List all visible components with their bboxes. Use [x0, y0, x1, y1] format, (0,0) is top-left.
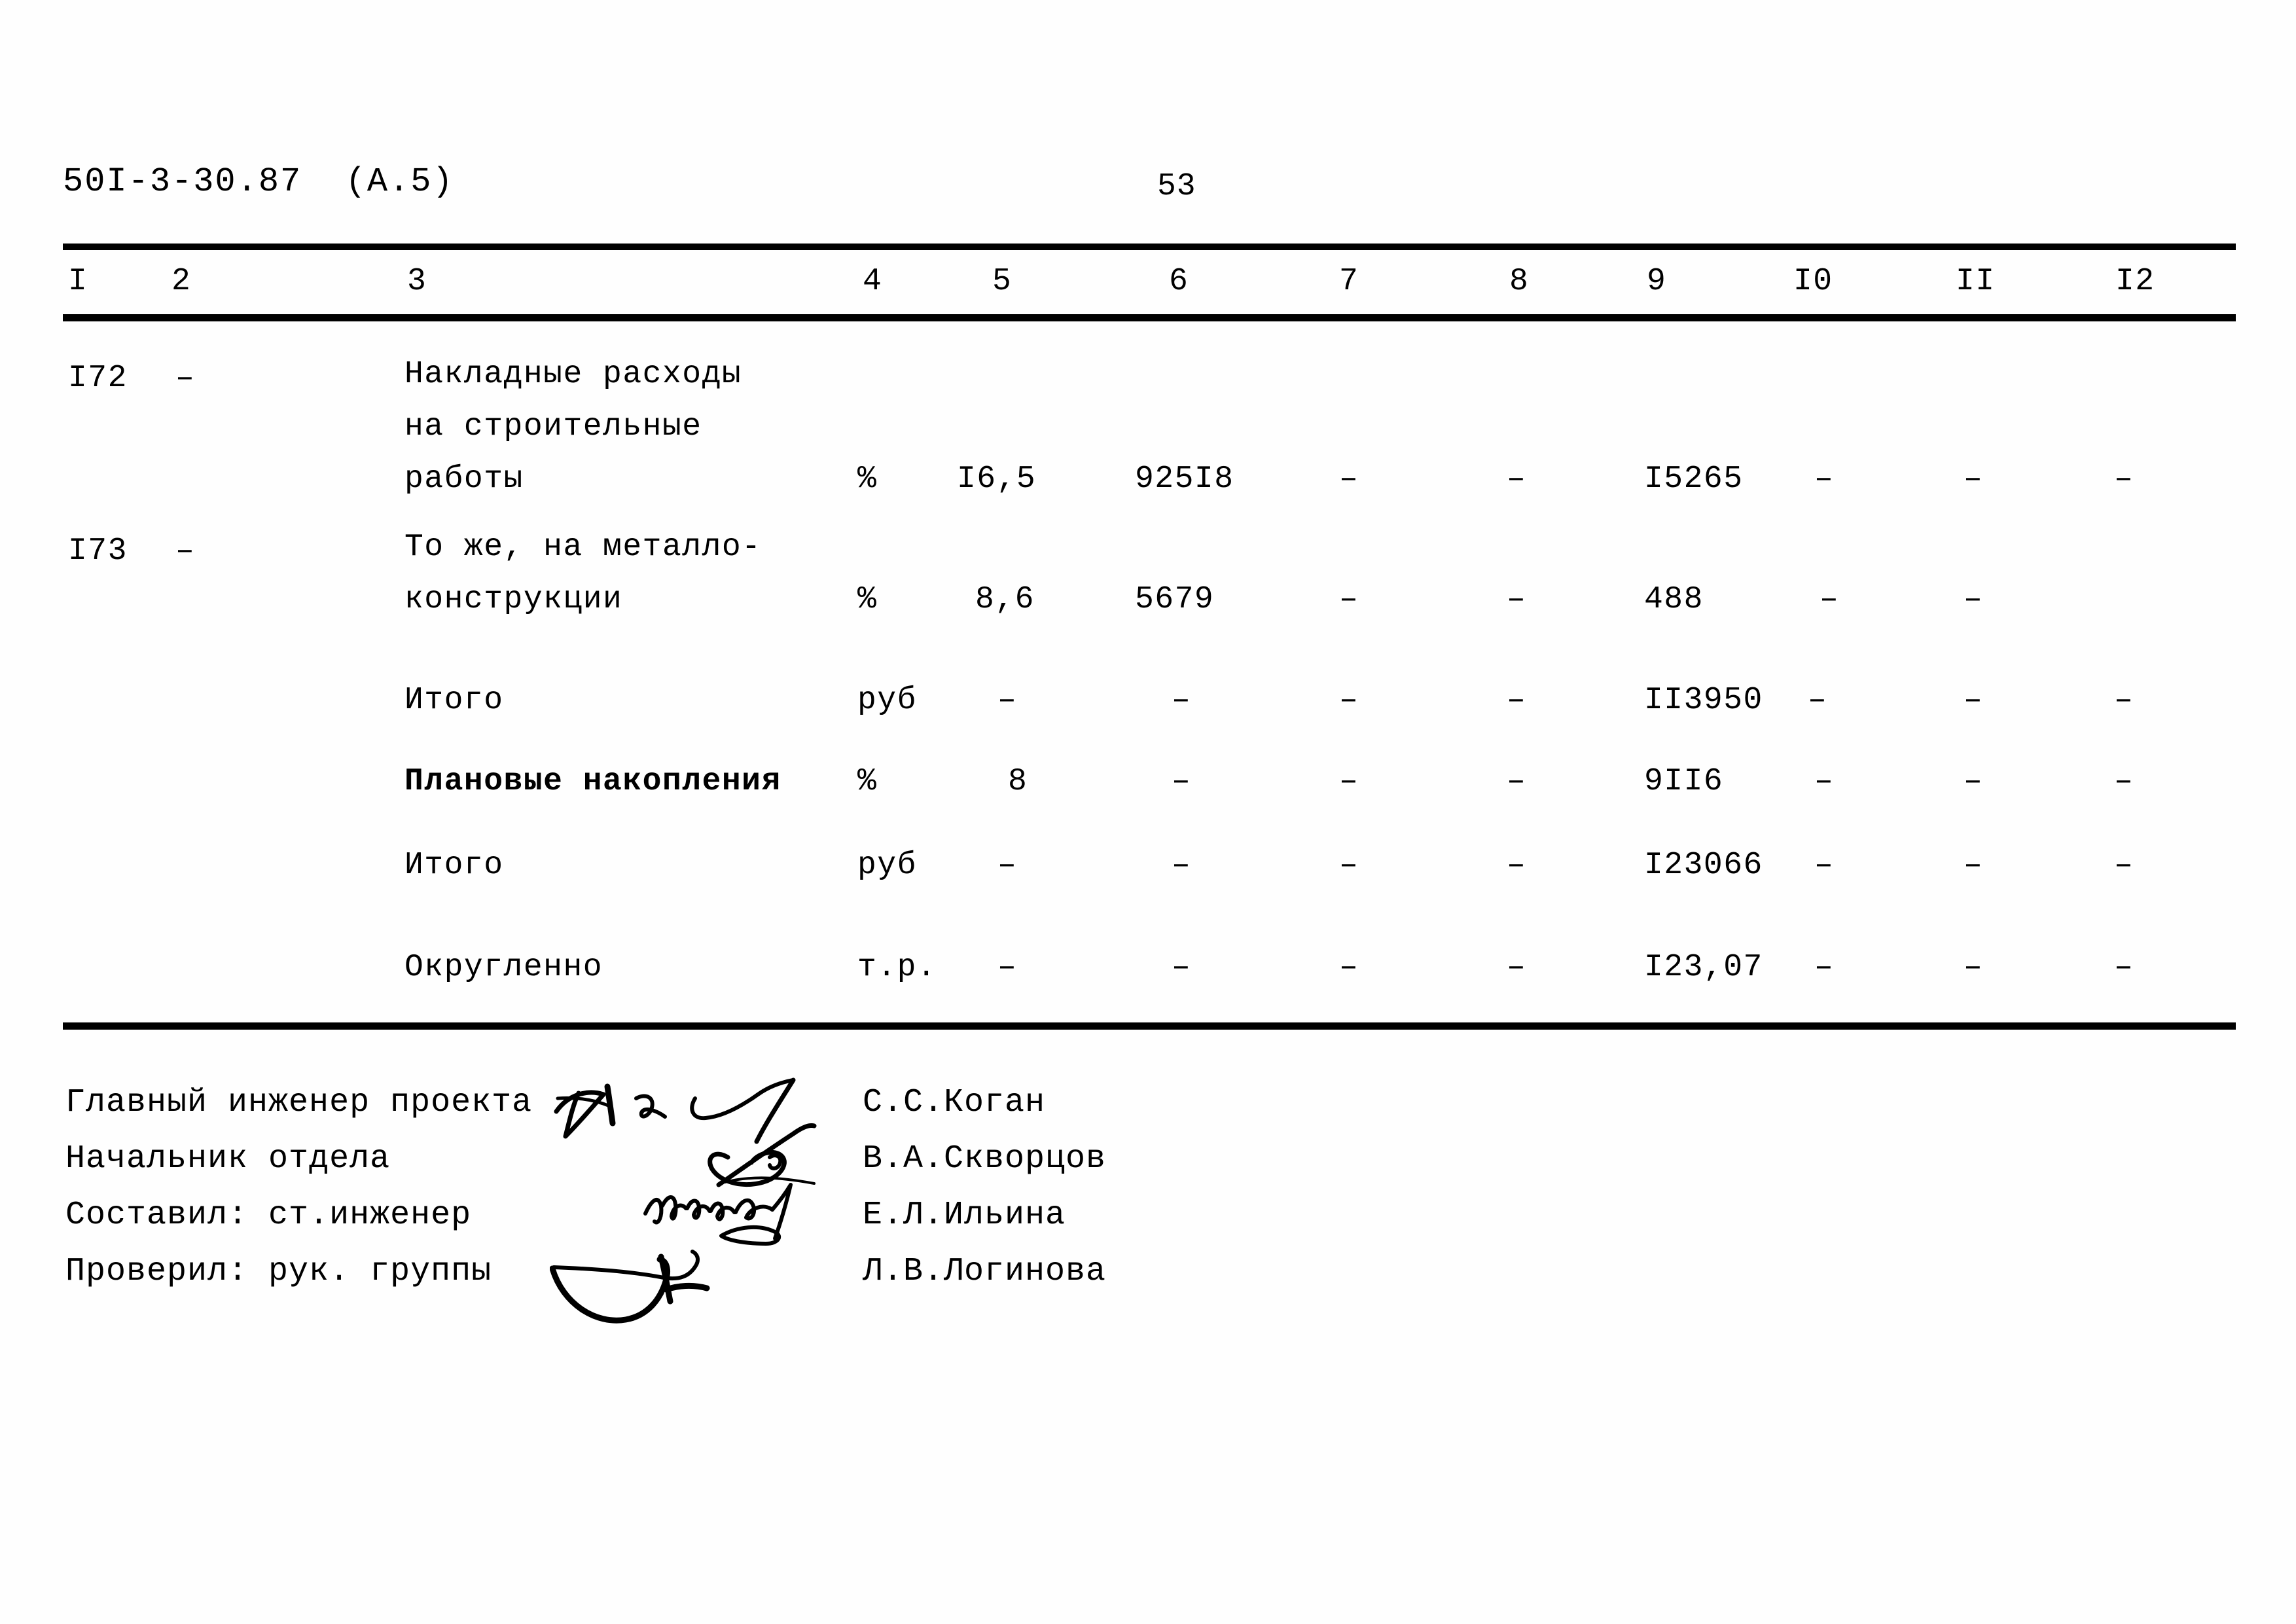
table-row: %: [857, 461, 878, 497]
table-row: I72: [68, 361, 128, 396]
signature-name: Е.Л.Ильина: [863, 1197, 1066, 1234]
table-row: 925I8: [1135, 461, 1234, 497]
table-row: %: [857, 582, 878, 617]
table-row: I5265: [1644, 461, 1744, 497]
table-row: –: [1964, 950, 1984, 985]
table-row: –: [1814, 461, 1835, 497]
column-header-3: 3: [407, 264, 427, 299]
table-row: –: [997, 950, 1018, 985]
table-row: –: [1507, 764, 1527, 799]
table-row: –: [2114, 848, 2134, 883]
table-row: –: [175, 533, 196, 569]
table-row: –: [1964, 582, 1984, 617]
table-row: –: [2114, 461, 2134, 497]
table-row: 9II6: [1644, 764, 1724, 799]
table-row: конструкции: [404, 582, 623, 617]
table-row: руб: [857, 683, 917, 718]
column-header-4: 4: [863, 264, 883, 299]
signature-role: Проверил: рук. группы: [65, 1253, 492, 1290]
column-header-5: 5: [992, 264, 1013, 299]
table-row: –: [1964, 848, 1984, 883]
column-header-1: I: [68, 264, 88, 299]
table-row: 488: [1644, 582, 1704, 617]
table-row: 5679: [1135, 582, 1215, 617]
table-row: –: [1339, 582, 1359, 617]
table-row: 8: [1008, 764, 1028, 799]
document-code: 50I-3-30.87 (А.5): [63, 162, 454, 201]
table-top-rule: [63, 244, 2236, 250]
table-row: т.р.: [857, 950, 937, 985]
table-row: –: [1172, 950, 1192, 985]
signature-role: Составил: ст.инженер: [65, 1197, 472, 1234]
signature-role: Начальник отдела: [65, 1140, 391, 1178]
table-row: Плановые накопления: [404, 764, 781, 799]
column-header-10: I0: [1793, 264, 1833, 299]
table-row: %: [857, 764, 878, 799]
column-header-9: 9: [1647, 264, 1667, 299]
table-row: –: [1964, 764, 1984, 799]
table-row: –: [1172, 848, 1192, 883]
table-row: работы: [404, 461, 524, 497]
table-row: –: [1339, 764, 1359, 799]
table-row: –: [1172, 683, 1192, 718]
column-header-8: 8: [1509, 264, 1530, 299]
signature-name: Л.В.Логинова: [863, 1253, 1107, 1290]
table-row: –: [2114, 950, 2134, 985]
table-row: Накладные расходы: [404, 357, 742, 392]
table-row: I23066: [1644, 848, 1763, 883]
table-row: –: [1964, 461, 1984, 497]
table-row: на строительные: [404, 409, 702, 444]
table-row: –: [1339, 950, 1359, 985]
table-row: –: [997, 848, 1018, 883]
table-row: –: [1172, 764, 1192, 799]
table-row: –: [1814, 950, 1835, 985]
table-row: –: [2114, 683, 2134, 718]
table-row: –: [1814, 848, 1835, 883]
table-bottom-rule: [63, 1022, 2236, 1030]
table-row: –: [1964, 683, 1984, 718]
table-row: То же, на металло-: [404, 530, 762, 565]
column-header-11: II: [1956, 264, 1996, 299]
table-row: –: [1339, 683, 1359, 718]
table-row: I6,5: [957, 461, 1037, 497]
table-row: I73: [68, 533, 128, 569]
table-row: Итого: [404, 848, 504, 883]
column-header-2: 2: [171, 264, 192, 299]
signature-name: В.А.Скворцов: [863, 1140, 1107, 1178]
table-row: II3950: [1644, 683, 1763, 718]
column-header-12: I2: [2115, 264, 2155, 299]
table-row: –: [1820, 582, 1840, 617]
signature-role: Главный инженер проекта: [65, 1084, 533, 1121]
table-row: –: [1339, 848, 1359, 883]
table-row: –: [1814, 764, 1835, 799]
handwritten-signatures-icon: [550, 1077, 817, 1324]
table-row: –: [1507, 461, 1527, 497]
table-row: –: [1507, 582, 1527, 617]
table-row: –: [1507, 848, 1527, 883]
table-header-rule: [63, 314, 2236, 321]
table-row: Итого: [404, 683, 504, 718]
table-row: –: [1808, 683, 1828, 718]
column-header-7: 7: [1339, 264, 1359, 299]
table-row: –: [2114, 764, 2134, 799]
table-row: –: [1339, 461, 1359, 497]
table-row: –: [997, 683, 1018, 718]
table-row: –: [175, 361, 196, 396]
signature-name: С.С.Коган: [863, 1084, 1046, 1121]
table-row: I23,07: [1644, 950, 1763, 985]
page-number: 53: [1157, 169, 1196, 204]
table-row: 8,6: [975, 582, 1035, 617]
table-row: –: [1507, 683, 1527, 718]
table-row: Округленно: [404, 950, 603, 985]
document-page: 50I-3-30.87 (А.5) 53 I 2 3 4 5 6 7 8 9 I…: [0, 0, 2296, 1624]
table-row: руб: [857, 848, 917, 883]
column-header-6: 6: [1169, 264, 1189, 299]
table-row: –: [1507, 950, 1527, 985]
